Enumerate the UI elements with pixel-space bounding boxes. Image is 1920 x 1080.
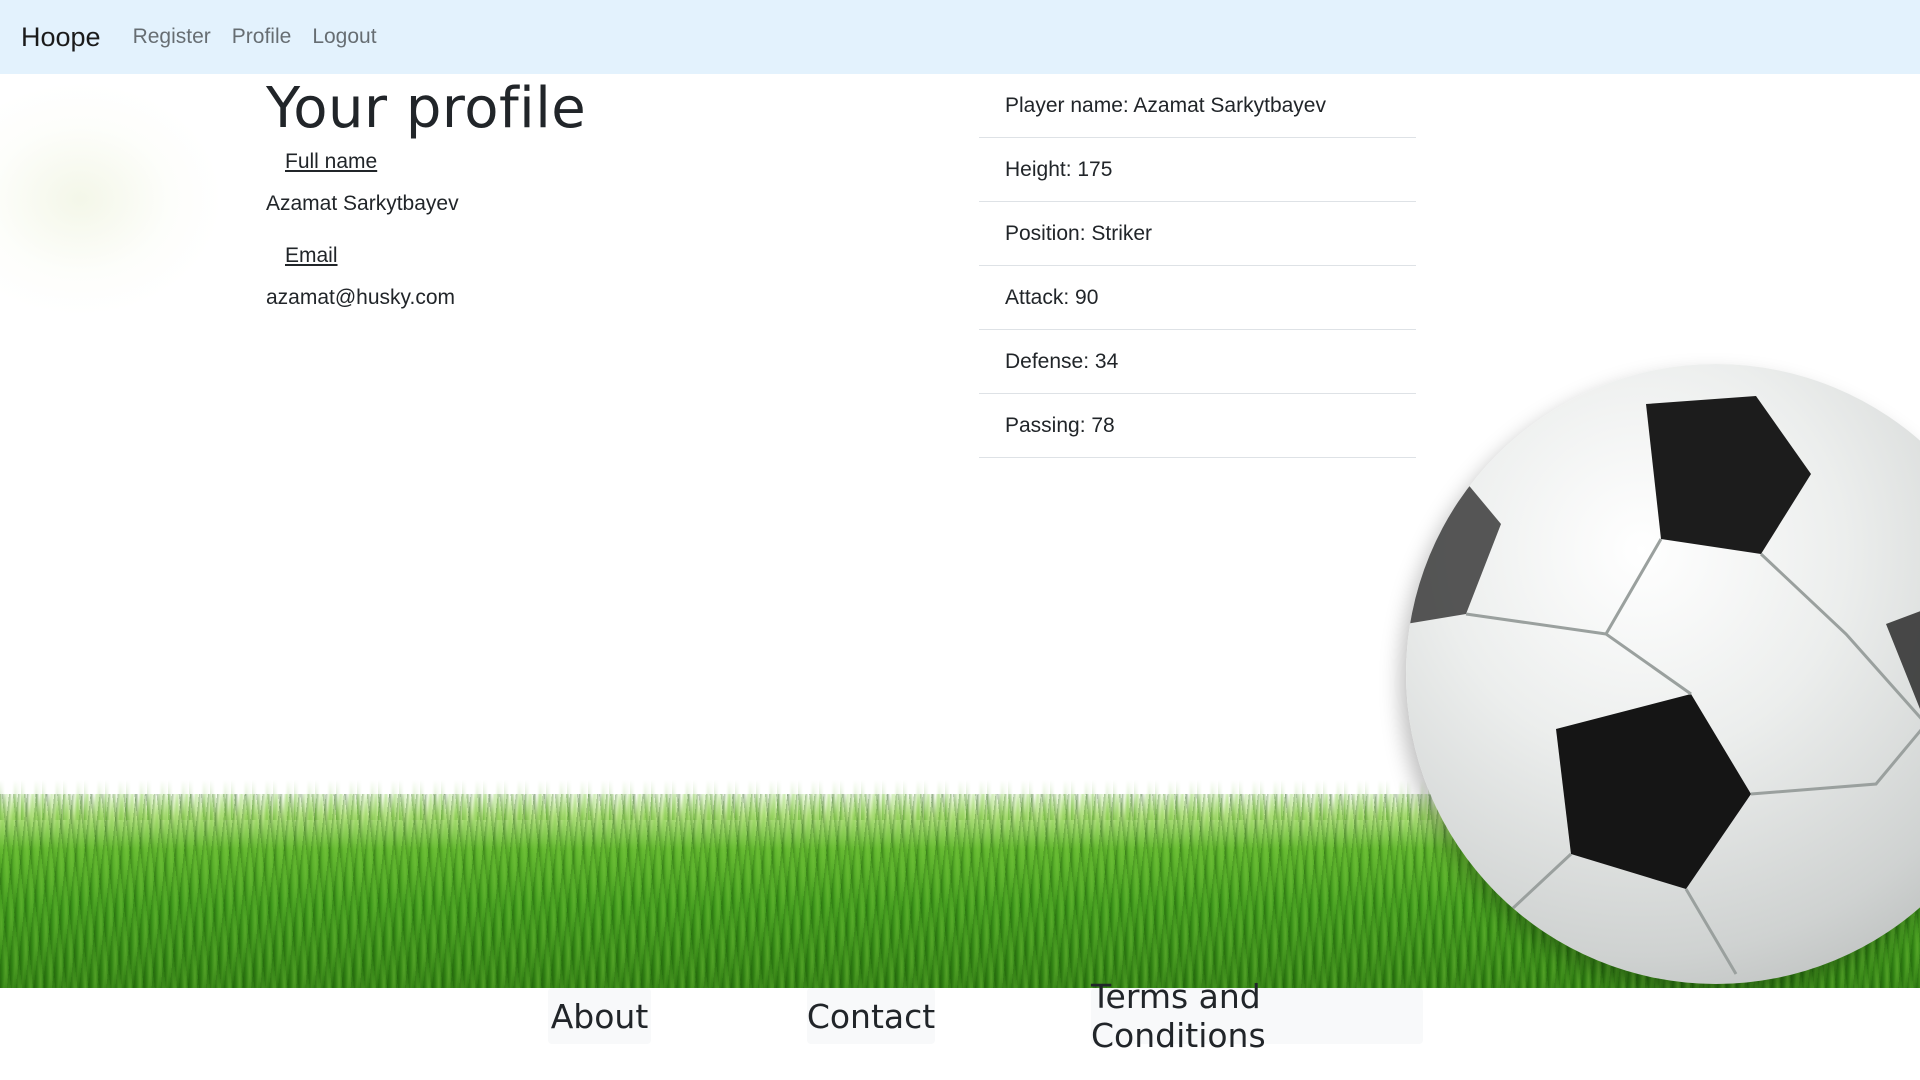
ball-patch-left	[1406, 482, 1501, 624]
nav-link-profile[interactable]: Profile	[232, 25, 292, 49]
soccer-ball-image	[1406, 364, 1920, 984]
ball-patch-bottom	[1556, 694, 1751, 889]
background-haze	[0, 84, 220, 314]
stat-passing: Passing: 78	[979, 394, 1416, 458]
nav-link-logout[interactable]: Logout	[312, 25, 376, 49]
footer: About Contact Terms and Conditions	[0, 977, 1920, 1080]
player-stats-list: Player name: Azamat Sarkytbayev Height: …	[979, 74, 1416, 458]
email-value: azamat@husky.com	[266, 286, 455, 309]
stat-defense: Defense: 34	[979, 330, 1416, 394]
ball-patch-top	[1646, 396, 1811, 554]
stat-attack: Attack: 90	[979, 266, 1416, 330]
stat-height: Height: 175	[979, 138, 1416, 202]
footer-link-about[interactable]: About	[548, 988, 651, 1044]
stat-player-name: Player name: Azamat Sarkytbayev	[979, 74, 1416, 138]
stat-position: Position: Striker	[979, 202, 1416, 266]
nav-link-register[interactable]: Register	[133, 25, 211, 49]
soccer-ball-pattern	[1406, 396, 1920, 975]
brand-link[interactable]: Hoope	[21, 22, 101, 53]
navbar: Hoope Register Profile Logout	[0, 0, 1920, 74]
page-title: Your profile	[266, 76, 587, 141]
footer-link-terms[interactable]: Terms and Conditions	[1091, 977, 1423, 1055]
full-name-label: Full name	[285, 150, 378, 173]
footer-link-contact[interactable]: Contact	[807, 988, 935, 1044]
full-name-value: Azamat Sarkytbayev	[266, 192, 459, 215]
email-label: Email	[285, 244, 338, 267]
